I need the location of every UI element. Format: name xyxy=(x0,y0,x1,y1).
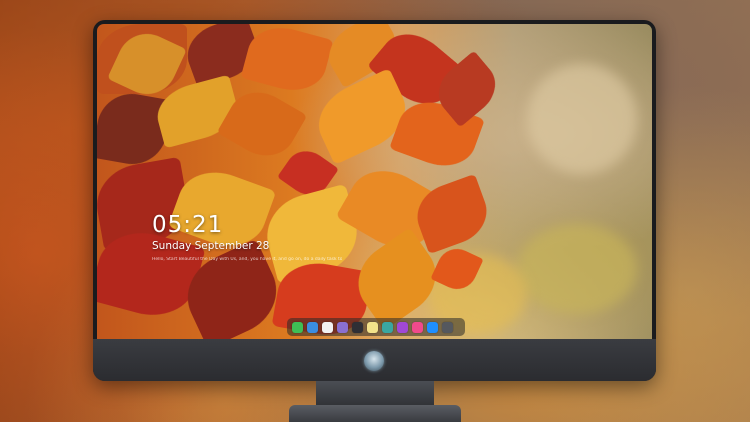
clock-icon[interactable] xyxy=(322,321,333,333)
photos-icon[interactable] xyxy=(337,321,348,333)
image-icon[interactable] xyxy=(382,321,393,333)
imac-monitor: 05:21 Sunday September 28 Hello, Start B… xyxy=(93,20,656,381)
lockscreen-date: Sunday September 28 xyxy=(152,240,270,252)
finder-icon[interactable] xyxy=(307,321,318,333)
brand-logo-icon xyxy=(364,351,384,371)
lock-screen: 05:21 Sunday September 28 Hello, Start B… xyxy=(97,24,652,339)
lockscreen-clock: 05:21 xyxy=(152,212,224,238)
monitor-stand-base xyxy=(289,405,461,422)
bokeh-light xyxy=(527,64,637,174)
music-icon[interactable] xyxy=(412,321,423,333)
camera-icon[interactable] xyxy=(442,321,453,333)
leaf xyxy=(240,24,334,99)
dock xyxy=(287,318,465,336)
notes-icon[interactable] xyxy=(367,321,378,333)
lockscreen-note: Hello, Start Beautiful the Day with Us, … xyxy=(152,257,342,262)
appstore-icon[interactable] xyxy=(427,321,438,333)
video-icon[interactable] xyxy=(352,321,363,333)
messages-icon[interactable] xyxy=(292,321,303,333)
podcasts-icon[interactable] xyxy=(397,321,408,333)
bokeh-light xyxy=(517,224,637,314)
